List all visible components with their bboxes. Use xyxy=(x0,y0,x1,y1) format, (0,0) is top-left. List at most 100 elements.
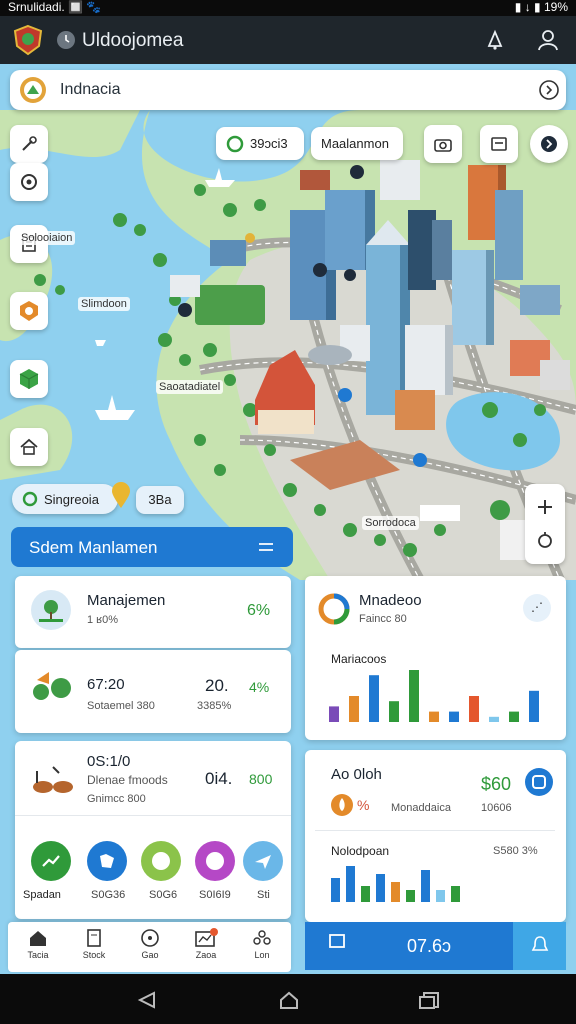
chart-bar xyxy=(391,882,400,902)
home-map-button[interactable] xyxy=(10,428,48,466)
ring-icon[interactable] xyxy=(141,841,181,881)
banner-label: Sdem Manlamen xyxy=(29,538,158,557)
compass-icon[interactable] xyxy=(535,531,555,551)
tools-button[interactable] xyxy=(10,125,48,163)
app-logo-icon xyxy=(13,24,43,56)
action-bar-value: 07.6ɔ xyxy=(407,936,452,956)
home-nav-icon[interactable] xyxy=(278,990,300,1010)
bell-icon[interactable] xyxy=(484,29,506,51)
stat-card-2[interactable]: 0S:1/0 Dlenae fmoods Gnimcc 800 0i4. 800… xyxy=(15,741,291,919)
search-bar[interactable]: Indnacia xyxy=(10,70,566,110)
tools-icon xyxy=(22,136,37,151)
feature-banner[interactable]: Sdem Manlamen xyxy=(11,527,293,567)
chart-bar xyxy=(469,696,479,722)
report-value: $60 xyxy=(481,774,512,794)
icon-row-label-1: Spadan xyxy=(23,889,61,901)
location-chip[interactable]: Singreoia xyxy=(12,484,118,514)
map-chip-right[interactable]: Maalanmon xyxy=(311,127,403,160)
nav-label-home: Tacia xyxy=(27,950,49,960)
camera-icon xyxy=(434,139,452,152)
camera-button[interactable] xyxy=(424,125,462,163)
nav-label-zaoa: Zaoa xyxy=(195,950,217,960)
report-card[interactable]: Ao 0loh % Monaddaica $60 10606 Nolodpoan… xyxy=(305,750,566,922)
stat-card-1[interactable]: 67:20 Sotaemel 380 20. 4% 3385% xyxy=(15,650,291,733)
management-card[interactable]: Manajemen 1 ʁ0% 6% xyxy=(15,576,291,648)
search-icon[interactable] xyxy=(538,79,560,101)
donut-icon xyxy=(318,593,350,625)
nav-label-gao: Gao xyxy=(141,950,159,960)
report-chart-title: Nolodpoan xyxy=(331,844,390,858)
report-toggle-icon[interactable] xyxy=(525,768,553,796)
chart-bar xyxy=(529,690,539,722)
location-pin-icon xyxy=(112,482,130,508)
icon-row-label-5: Sti xyxy=(257,889,270,901)
disc-icon[interactable] xyxy=(195,841,235,881)
bell-outline-icon xyxy=(531,936,549,951)
nav-item-zaoa[interactable]: Zaoa xyxy=(178,928,234,960)
stat1-value-a: 20. xyxy=(205,676,229,695)
nav-label-stock: Stock xyxy=(82,950,106,960)
house-icon xyxy=(20,438,38,455)
management-sub: 1 ʁ0% xyxy=(87,614,119,626)
search-input[interactable]: Indnacia xyxy=(60,81,121,99)
zoom-in-icon[interactable] xyxy=(535,497,555,517)
nav-item-gao[interactable]: Gao xyxy=(122,928,178,960)
management-value: 6% xyxy=(247,602,271,619)
monitor-card[interactable]: Mnadeoo Faincc 80 ⋰ Mariacoos xyxy=(305,576,566,740)
stat2-title: 0S:1/0 xyxy=(87,753,131,770)
cube-button[interactable] xyxy=(10,360,48,398)
chart-bar xyxy=(331,878,340,902)
badge-button[interactable] xyxy=(10,292,48,330)
chart-bar xyxy=(361,886,370,902)
stat1-value-b: 4% xyxy=(249,679,270,695)
divider xyxy=(15,815,291,816)
map-chip-left[interactable]: 39ɔci3 xyxy=(216,127,304,160)
trend-icon[interactable] xyxy=(31,841,71,881)
chart-bar xyxy=(509,711,519,722)
target-button[interactable] xyxy=(10,163,48,201)
nav-item-stock[interactable]: Stock xyxy=(66,928,122,960)
plane-icon[interactable] xyxy=(243,841,283,881)
report-chart-value: S580 3% xyxy=(493,845,538,857)
status-right-text: ▮ ↓ ▮ 19% xyxy=(514,0,568,14)
stat1-sub-b: 3385% xyxy=(197,700,232,712)
action-bar[interactable]: 07.6ɔ xyxy=(305,922,566,970)
icon-row-label-4: S0I6I9 xyxy=(199,889,231,901)
nav-item-lon[interactable]: Lon xyxy=(234,928,290,960)
profile-icon[interactable] xyxy=(536,28,560,52)
square-icon[interactable] xyxy=(327,932,347,952)
nav-item-home[interactable]: Tacia xyxy=(10,928,66,960)
map-label-1: Solooiaion xyxy=(18,231,76,245)
report-pct: % xyxy=(357,797,370,813)
map-region-icon[interactable] xyxy=(87,841,127,881)
chart-bar xyxy=(409,670,419,722)
location-logo-icon xyxy=(20,77,46,103)
divider xyxy=(315,830,555,831)
pin-icon xyxy=(226,135,244,153)
zoom-control[interactable] xyxy=(525,484,565,564)
chart-options-icon[interactable]: ⋰ xyxy=(523,594,551,622)
chart-bar xyxy=(406,890,415,902)
monitor-bar-chart xyxy=(329,670,539,722)
clock-icon[interactable] xyxy=(56,30,76,50)
recents-icon[interactable] xyxy=(418,990,442,1010)
chat-button[interactable] xyxy=(530,125,568,163)
circle-dot-icon xyxy=(141,929,159,947)
toggle-icon[interactable] xyxy=(255,537,277,557)
status-left-text: Srnulidadi. 🔲 🐾 xyxy=(8,0,102,14)
management-title: Manajemen xyxy=(87,592,166,609)
chart-bar xyxy=(349,696,359,722)
app-bar: Uldoojomea xyxy=(0,16,576,64)
notify-button[interactable] xyxy=(513,922,566,970)
icon-row-label-2: S0G36 xyxy=(91,889,126,901)
map-layers-button[interactable] xyxy=(480,125,518,163)
puzzle-icon xyxy=(253,930,271,945)
chart-bar xyxy=(369,675,379,722)
chart-bar xyxy=(436,890,445,902)
stat1-sub: Sotaemel 380 xyxy=(87,700,155,712)
layers-icon xyxy=(491,137,507,151)
back-icon[interactable] xyxy=(136,990,158,1010)
map-label-4: Sorrodoca xyxy=(362,516,419,530)
system-nav-bar xyxy=(0,974,576,1024)
monitor-chart-title: Mariacoos xyxy=(331,652,387,666)
